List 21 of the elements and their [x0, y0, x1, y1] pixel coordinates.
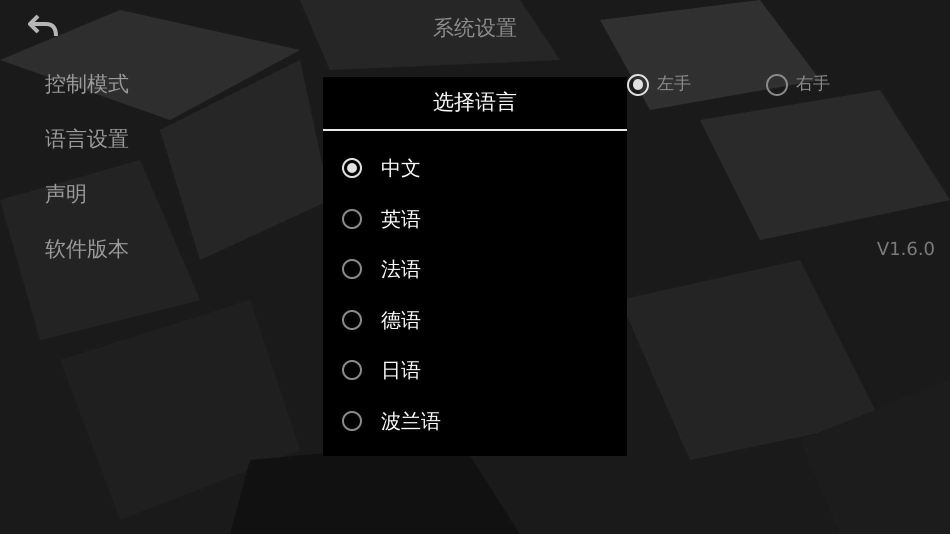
language-option[interactable]: 英语: [381, 204, 421, 234]
language-option[interactable]: 波兰语: [381, 406, 441, 436]
setting-label[interactable]: 软件版本: [45, 234, 129, 266]
setting-label[interactable]: 声明: [45, 178, 87, 210]
language-option[interactable]: 德语: [381, 304, 421, 335]
radio-button[interactable]: [342, 259, 362, 280]
version-text: V1.6.0: [876, 238, 935, 262]
radio-button[interactable]: [342, 410, 362, 431]
language-option[interactable]: 中文: [381, 153, 421, 184]
page-title: 系统设置: [433, 14, 517, 42]
radio-button[interactable]: [342, 310, 362, 330]
radio-button[interactable]: [342, 208, 362, 229]
option-label[interactable]: 左手: [657, 72, 691, 98]
language-option[interactable]: 法语: [381, 254, 421, 284]
language-option[interactable]: 日语: [381, 355, 421, 386]
setting-label[interactable]: 语言设置: [45, 124, 129, 156]
radio-button[interactable]: [766, 74, 788, 96]
radio-button[interactable]: [342, 360, 362, 380]
option-label[interactable]: 右手: [796, 72, 830, 98]
dialog-title: 选择语言: [323, 77, 627, 131]
setting-label[interactable]: 控制模式: [45, 68, 129, 100]
